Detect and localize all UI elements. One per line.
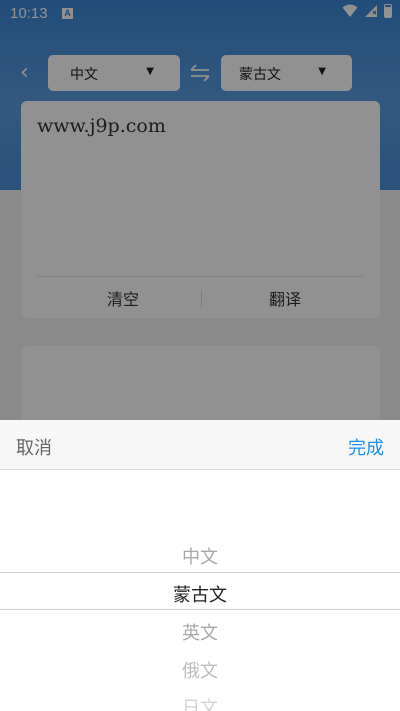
- picker-option[interactable]: 俄文: [0, 657, 400, 683]
- language-picker-wheel[interactable]: 中文 蒙古文 英文 俄文 日文: [0, 470, 400, 711]
- picker-option[interactable]: 中文: [0, 543, 400, 569]
- picker-header: 取消 完成: [0, 420, 400, 470]
- done-button[interactable]: 完成: [348, 434, 384, 460]
- selection-line-top: [0, 572, 400, 573]
- language-picker-sheet: 取消 完成 中文 蒙古文 英文 俄文 日文: [0, 420, 400, 711]
- cancel-button[interactable]: 取消: [16, 434, 52, 460]
- selection-line-bottom: [0, 609, 400, 610]
- screen: 10:13 A ‹ 中文 ▼ 蒙古文 ▼ www.j9p.com 清空 翻译 取…: [0, 0, 400, 711]
- picker-option[interactable]: 英文: [0, 619, 400, 645]
- picker-option-selected[interactable]: 蒙古文: [0, 581, 400, 607]
- picker-option[interactable]: 日文: [0, 694, 400, 711]
